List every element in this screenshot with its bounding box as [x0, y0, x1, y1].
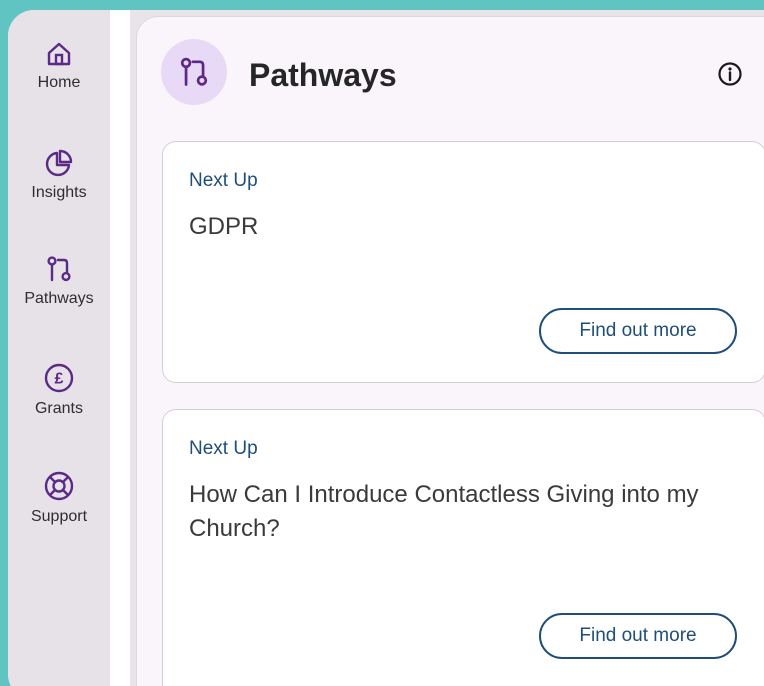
find-out-more-button[interactable]: Find out more — [539, 613, 737, 659]
pathway-card: Next Up How Can I Introduce Contactless … — [162, 409, 764, 686]
sidebar-item-label: Pathways — [24, 290, 94, 307]
card-title: How Can I Introduce Contactless Giving i… — [189, 481, 699, 542]
sidebar-item-pathways[interactable]: Pathways — [8, 254, 110, 308]
sidebar-item-grants[interactable]: £ Grants — [8, 362, 110, 418]
card-kicker: Next Up — [189, 438, 258, 459]
sidebar-item-insights[interactable]: Insights — [8, 148, 110, 202]
app-window: Home Insights Pathways £ Grants Support … — [8, 10, 764, 686]
sidebar-item-label: Insights — [31, 184, 87, 201]
pathways-icon — [180, 57, 208, 86]
panel-header-icon — [161, 39, 227, 105]
sidebar-item-support[interactable]: Support — [8, 470, 110, 526]
home-icon — [47, 42, 71, 66]
sidebar-item-label: Support — [30, 508, 88, 525]
pathways-panel: Pathways Next Up GDPR Find out more Next… — [136, 16, 764, 686]
pie-chart-icon — [45, 149, 73, 177]
pound-icon: £ — [44, 363, 74, 393]
sidebar-item-label: Home — [37, 74, 81, 91]
svg-text:£: £ — [55, 371, 64, 388]
sidebar-divider — [110, 10, 130, 686]
lifebuoy-icon — [44, 471, 74, 501]
sidebar-item-home[interactable]: Home — [8, 40, 110, 92]
card-kicker: Next Up — [189, 170, 258, 191]
page-title: Pathways — [249, 57, 397, 93]
sidebar-nav: Home Insights Pathways £ Grants Support — [8, 10, 110, 686]
pathway-card: Next Up GDPR Find out more — [162, 141, 764, 383]
find-out-more-button[interactable]: Find out more — [539, 308, 737, 354]
card-title: GDPR — [189, 213, 259, 240]
sidebar-item-label: Grants — [34, 400, 83, 417]
info-icon[interactable] — [717, 61, 743, 92]
pathways-icon — [47, 256, 71, 282]
